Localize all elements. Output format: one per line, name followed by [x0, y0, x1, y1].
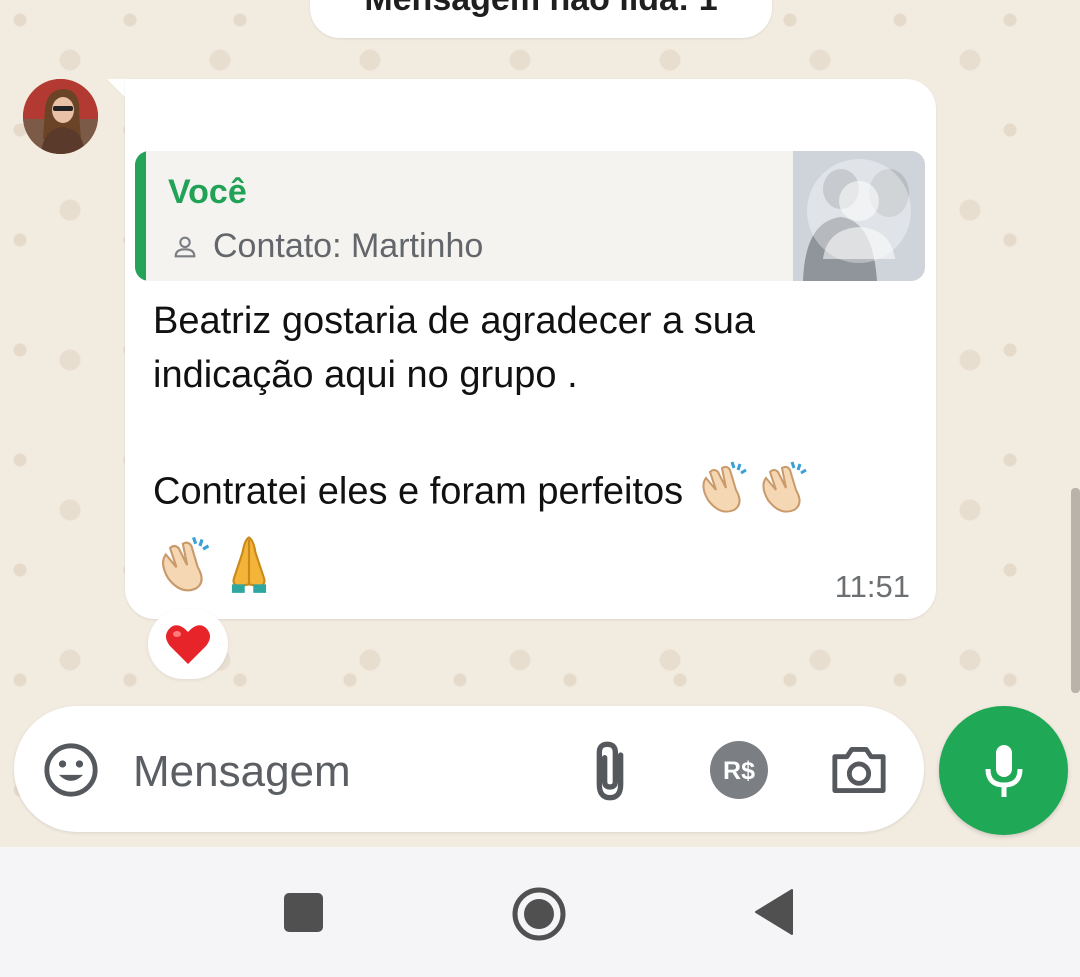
- chat-background: Mensagem não lida: 1 Você Contato: Marti…: [0, 0, 1080, 847]
- clapping-hands-emoji: [694, 456, 754, 531]
- camera-icon: [832, 747, 886, 793]
- clapping-hands-emoji: [153, 531, 217, 610]
- message-line-3: Contratei eles e foram perfeitos: [153, 470, 684, 513]
- quote-text: Contato: Martinho: [213, 227, 484, 265]
- message-line-1: Beatriz gostaria de agradecer a sua: [153, 300, 756, 342]
- message-line-2: indicação aqui no grupo .: [153, 354, 578, 396]
- voice-message-button[interactable]: [939, 706, 1068, 835]
- quote-content: Contato: Martinho: [171, 227, 483, 266]
- message-input[interactable]: Mensagem: [133, 747, 351, 797]
- contact-photo-placeholder: [793, 151, 925, 281]
- person-icon: [174, 236, 196, 257]
- payment-label: R$: [723, 757, 755, 785]
- contact-thumbnail: [793, 151, 925, 281]
- avatar-photo: [23, 79, 98, 154]
- quoted-message[interactable]: Você Contato: Martinho: [135, 151, 925, 281]
- reaction-badge[interactable]: [148, 609, 228, 679]
- unread-banner: Mensagem não lida: 1: [310, 0, 772, 38]
- payment-button[interactable]: R$: [710, 741, 768, 804]
- attach-icon: [596, 741, 624, 801]
- message-input-bar[interactable]: Mensagem R$: [14, 706, 924, 832]
- clapping-hands-emoji: [754, 456, 814, 531]
- home-button[interactable]: [511, 886, 567, 947]
- folded-hands-emoji: [217, 531, 281, 610]
- back-button[interactable]: [754, 888, 794, 941]
- quote-accent-bar: [135, 151, 146, 281]
- system-nav-bar: [0, 847, 1080, 977]
- message-timestamp: 11:51: [834, 569, 910, 604]
- back-icon: [755, 889, 793, 935]
- sender-avatar[interactable]: [23, 79, 98, 154]
- scrollbar[interactable]: [1071, 488, 1080, 693]
- unread-banner-text: Mensagem não lida: 1: [364, 0, 717, 16]
- emoji-icon: [44, 743, 98, 797]
- quote-author: Você: [168, 173, 247, 211]
- camera-button[interactable]: [830, 744, 888, 801]
- home-icon: [512, 887, 566, 941]
- recents-button[interactable]: [284, 893, 323, 932]
- message-text: Beatriz gostaria de agradecer a sua indi…: [153, 294, 913, 610]
- red-heart-icon: [166, 625, 210, 664]
- emoji-button[interactable]: [42, 741, 100, 804]
- message-bubble[interactable]: Você Contato: Martinho Beatriz gostaria …: [125, 79, 936, 619]
- attach-button[interactable]: [588, 739, 632, 808]
- mic-icon: [985, 744, 1022, 797]
- payment-icon: R$: [710, 741, 768, 799]
